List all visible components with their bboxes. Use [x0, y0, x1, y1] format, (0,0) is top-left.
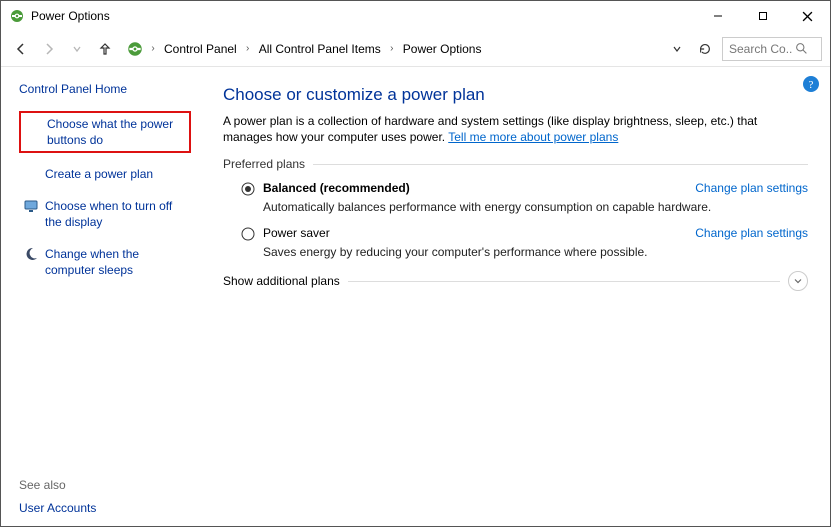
content-area: Control Panel Home Choose what the power…: [1, 67, 830, 526]
help-icon[interactable]: ?: [802, 75, 820, 93]
forward-button[interactable]: [37, 37, 61, 61]
control-panel-home-link[interactable]: Control Panel Home: [19, 81, 191, 97]
power-options-icon: [9, 8, 25, 24]
power-options-window: Power Options › Control P: [0, 0, 831, 527]
plan-row-power-saver: Power saver Change plan settings: [241, 226, 808, 241]
chevron-right-icon[interactable]: ›: [387, 43, 397, 54]
up-button[interactable]: [93, 37, 117, 61]
breadcrumb-item[interactable]: Control Panel: [160, 42, 241, 56]
chevron-down-icon[interactable]: [788, 271, 808, 291]
chevron-right-icon[interactable]: ›: [148, 43, 158, 54]
sidebar-item-label: Create a power plan: [45, 166, 153, 182]
blank-icon: [25, 116, 41, 132]
sidebar: Control Panel Home Choose what the power…: [1, 67, 201, 526]
preferred-plans-header: Preferred plans: [223, 157, 808, 171]
sidebar-item-label: Choose when to turn off the display: [45, 198, 187, 230]
see-also-user-accounts[interactable]: User Accounts: [19, 500, 191, 516]
expander-label: Show additional plans: [223, 274, 340, 288]
change-plan-settings-link[interactable]: Change plan settings: [695, 181, 808, 195]
back-button[interactable]: [9, 37, 33, 61]
address-bar[interactable]: › Control Panel › All Control Panel Item…: [121, 37, 656, 61]
nav-toolbar: › Control Panel › All Control Panel Item…: [1, 31, 830, 67]
plan-row-balanced: Balanced (recommended) Change plan setti…: [241, 181, 808, 196]
plan-description: Saves energy by reducing your computer's…: [263, 245, 808, 259]
sidebar-item-label: Change when the computer sleeps: [45, 246, 187, 278]
window-title: Power Options: [31, 9, 110, 23]
change-plan-settings-link[interactable]: Change plan settings: [695, 226, 808, 240]
moon-icon: [23, 246, 39, 262]
divider: [313, 164, 808, 165]
divider: [348, 281, 780, 282]
power-options-path-icon: [126, 40, 144, 58]
sidebar-item-label: Choose what the power buttons do: [47, 116, 185, 148]
chevron-right-icon[interactable]: ›: [243, 43, 253, 54]
blank-icon: [23, 166, 39, 182]
refresh-button[interactable]: [694, 38, 716, 60]
main-panel: ? Choose or customize a power plan A pow…: [201, 67, 830, 526]
section-label: Preferred plans: [223, 157, 305, 171]
plan-name[interactable]: Power saver: [263, 226, 330, 240]
breadcrumb-item[interactable]: All Control Panel Items: [255, 42, 385, 56]
see-also-label: See also: [19, 478, 191, 492]
radio-selected-icon[interactable]: [241, 182, 255, 196]
plan-description: Automatically balances performance with …: [263, 200, 808, 214]
breadcrumb-item[interactable]: Power Options: [399, 42, 486, 56]
page-description: A power plan is a collection of hardware…: [223, 113, 808, 145]
search-input[interactable]: [727, 41, 795, 57]
show-additional-plans[interactable]: Show additional plans: [223, 271, 808, 291]
close-button[interactable]: [785, 2, 830, 31]
maximize-button[interactable]: [740, 2, 785, 31]
sidebar-item-computer-sleeps[interactable]: Change when the computer sleeps: [19, 243, 191, 281]
monitor-icon: [23, 198, 39, 214]
search-box[interactable]: [722, 37, 822, 61]
address-dropdown-button[interactable]: [666, 38, 688, 60]
minimize-button[interactable]: [695, 2, 740, 31]
recent-locations-button[interactable]: [65, 37, 89, 61]
svg-text:?: ?: [809, 79, 814, 91]
radio-unselected-icon[interactable]: [241, 227, 255, 241]
sidebar-item-choose-power-buttons[interactable]: Choose what the power buttons do: [19, 111, 191, 153]
sidebar-item-turn-off-display[interactable]: Choose when to turn off the display: [19, 195, 191, 233]
tell-me-more-link[interactable]: Tell me more about power plans: [448, 130, 618, 144]
page-title: Choose or customize a power plan: [223, 85, 808, 105]
search-icon: [795, 42, 808, 55]
plan-name[interactable]: Balanced (recommended): [263, 181, 410, 195]
sidebar-item-create-power-plan[interactable]: Create a power plan: [19, 163, 191, 185]
titlebar: Power Options: [1, 1, 830, 31]
